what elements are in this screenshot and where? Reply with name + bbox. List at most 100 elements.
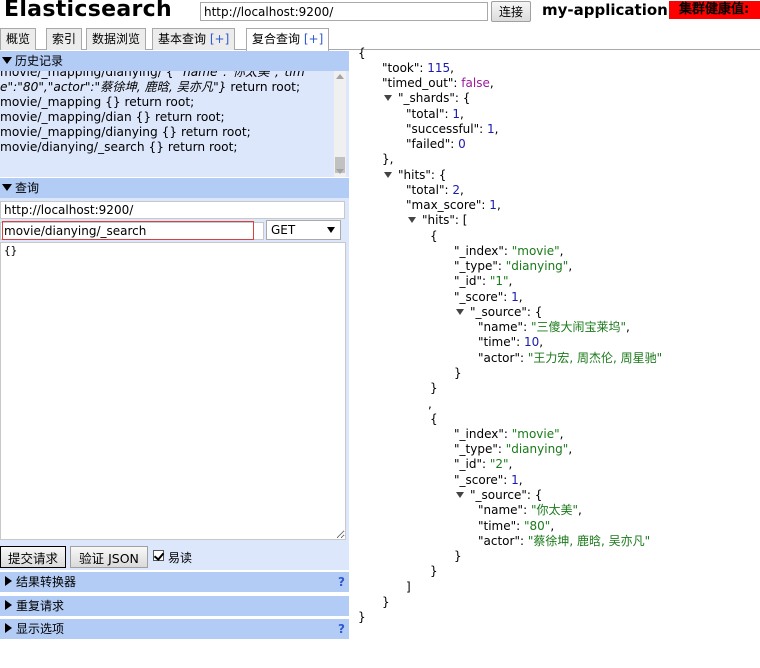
json-value: "2" [489,457,509,471]
json-line: "failed": 0 [406,137,466,151]
tab-overview[interactable]: 概览 [0,28,37,50]
submit-request-button[interactable]: 提交请求 [0,546,66,568]
json-toggle-hits-array[interactable]: "hits": [ [408,213,467,228]
query-header[interactable]: 查询 [0,178,349,198]
collapse-arrow-icon [456,492,464,498]
expand-arrow-icon [5,576,12,586]
panel-title: 显示选项 [16,622,65,636]
json-value: "movie" [511,244,560,258]
collapse-arrow-icon [408,217,416,223]
json-line: "name": "三傻大闹宝莱坞", [478,320,630,334]
json-value: "dianying" [505,259,569,273]
tab-label: 索引 [52,32,77,46]
cluster-url-input[interactable] [200,2,488,21]
history-item[interactable]: movie/_mapping {} return root; [0,95,332,110]
tab-basic-query[interactable]: 基本查询 [+] [152,28,236,50]
query-path-input[interactable] [0,222,264,240]
json-value: "王力宏, 周杰伦, 周星驰" [527,351,663,365]
json-toggle-hits[interactable]: "hits": { [384,168,446,183]
panel-result-transformer[interactable]: 结果转换器 ? [0,572,349,592]
cluster-name: my-application [542,1,668,19]
json-brace: } [430,564,438,578]
validate-json-button[interactable]: 验证 JSON [70,546,148,568]
json-value: false [461,76,490,90]
tab-label: 复合查询 [252,32,301,46]
json-value: "movie" [511,427,560,441]
json-line: "_score": 1, [454,473,523,487]
json-brace: } [382,595,390,609]
method-select[interactable]: GET [266,220,341,240]
query-url-input[interactable] [0,201,345,219]
history-item-text: "name":"你太 [173,71,258,79]
tab-label: 基本查询 [158,32,207,46]
json-line: "max_score": 1, [406,198,501,212]
query-body-editor[interactable]: {} [0,242,346,540]
panel-title: 重复请求 [16,599,65,613]
cluster-health-badge: 集群健康值: [669,1,760,19]
collapse-arrow-icon [456,309,464,315]
json-comma: , [428,397,432,411]
connect-button[interactable]: 连接 [491,1,531,22]
json-value: "dianying" [505,442,569,456]
json-line: "total": 1, [406,107,464,121]
pretty-label: 易读 [168,551,193,565]
help-icon[interactable]: ? [338,619,345,639]
history-item[interactable]: movie/_mapping/dian {} return root; [0,110,332,125]
json-value: 1 [511,473,519,487]
json-line: "_id": "1", [454,274,513,288]
json-toggle-shards[interactable]: "_shards": { [384,91,470,106]
json-value: 0 [458,137,466,151]
query-title: 查询 [15,181,40,195]
history-item[interactable]: movie/_mapping/dianying/ { "name":"你太美",… [0,71,332,95]
add-tab-link[interactable]: [+] [210,32,229,46]
scroll-down-icon[interactable] [336,169,344,174]
json-value: "三傻大闹宝莱坞" [530,320,626,334]
help-icon[interactable]: ? [338,572,345,592]
tab-compound-query[interactable]: 复合查询 [+] [246,28,330,51]
query-form: GET {} [0,198,349,570]
panel-display-options[interactable]: 显示选项 ? [0,619,349,639]
json-value: 1 [489,198,497,212]
json-brace: ] [406,580,411,594]
json-line: "_type": "dianying", [454,259,573,273]
json-line: "timed_out": false, [382,76,494,90]
query-panel: 历史记录 movie/_mapping/dianying/ { "name":"… [0,51,349,668]
json-line: "total": 2, [406,183,464,197]
json-brace: } [454,366,462,380]
top-bar: Elasticsearch 连接 my-application 集群健康值: [0,0,760,26]
pretty-checkbox[interactable] [153,550,164,561]
json-brace: }, [382,152,394,166]
json-value: "1" [489,274,509,288]
scroll-up-icon[interactable] [336,74,344,79]
chevron-down-icon [327,227,335,233]
panel-title: 结果转换器 [16,575,77,589]
history-list[interactable]: movie/_mapping/dianying/ { "name":"你太美",… [0,71,349,177]
add-tab-link[interactable]: [+] [304,32,323,46]
json-toggle-source[interactable]: "_source": { [456,488,542,503]
json-brace: } [358,610,366,624]
tab-label: 数据浏览 [92,32,141,46]
app-title: Elasticsearch [4,0,172,22]
json-value: 115 [427,61,451,75]
history-header[interactable]: 历史记录 [0,51,349,71]
json-line: "actor": "蔡徐坤, 鹿晗, 吴亦凡" [478,534,651,548]
panel-repeat-request[interactable]: 重复请求 [0,596,349,616]
json-toggle-source[interactable]: "_source": { [456,305,542,320]
history-scrollbar[interactable] [334,71,346,177]
result-json-view: { "took": 115, "timed_out": false, "_sha… [352,44,760,668]
json-brace: } [430,381,438,395]
json-line: "_score": 1, [454,290,523,304]
json-line: "_index": "movie", [454,244,564,258]
history-item[interactable]: movie/_mapping/dianying {} return root; [0,125,332,140]
history-item[interactable]: movie/dianying/_search {} return root; [0,140,332,155]
json-value: 2 [452,183,460,197]
tab-indices[interactable]: 索引 [46,28,83,50]
json-line: "_id": "2", [454,457,513,471]
json-line: "_type": "dianying", [454,442,573,456]
tab-browser[interactable]: 数据浏览 [86,28,147,50]
query-actions: 提交请求 验证 JSON 易读 [0,546,349,570]
collapse-arrow-icon [2,57,12,64]
history-item-text: return root; [226,80,301,94]
method-value: GET [271,223,296,237]
collapse-arrow-icon [384,172,392,178]
